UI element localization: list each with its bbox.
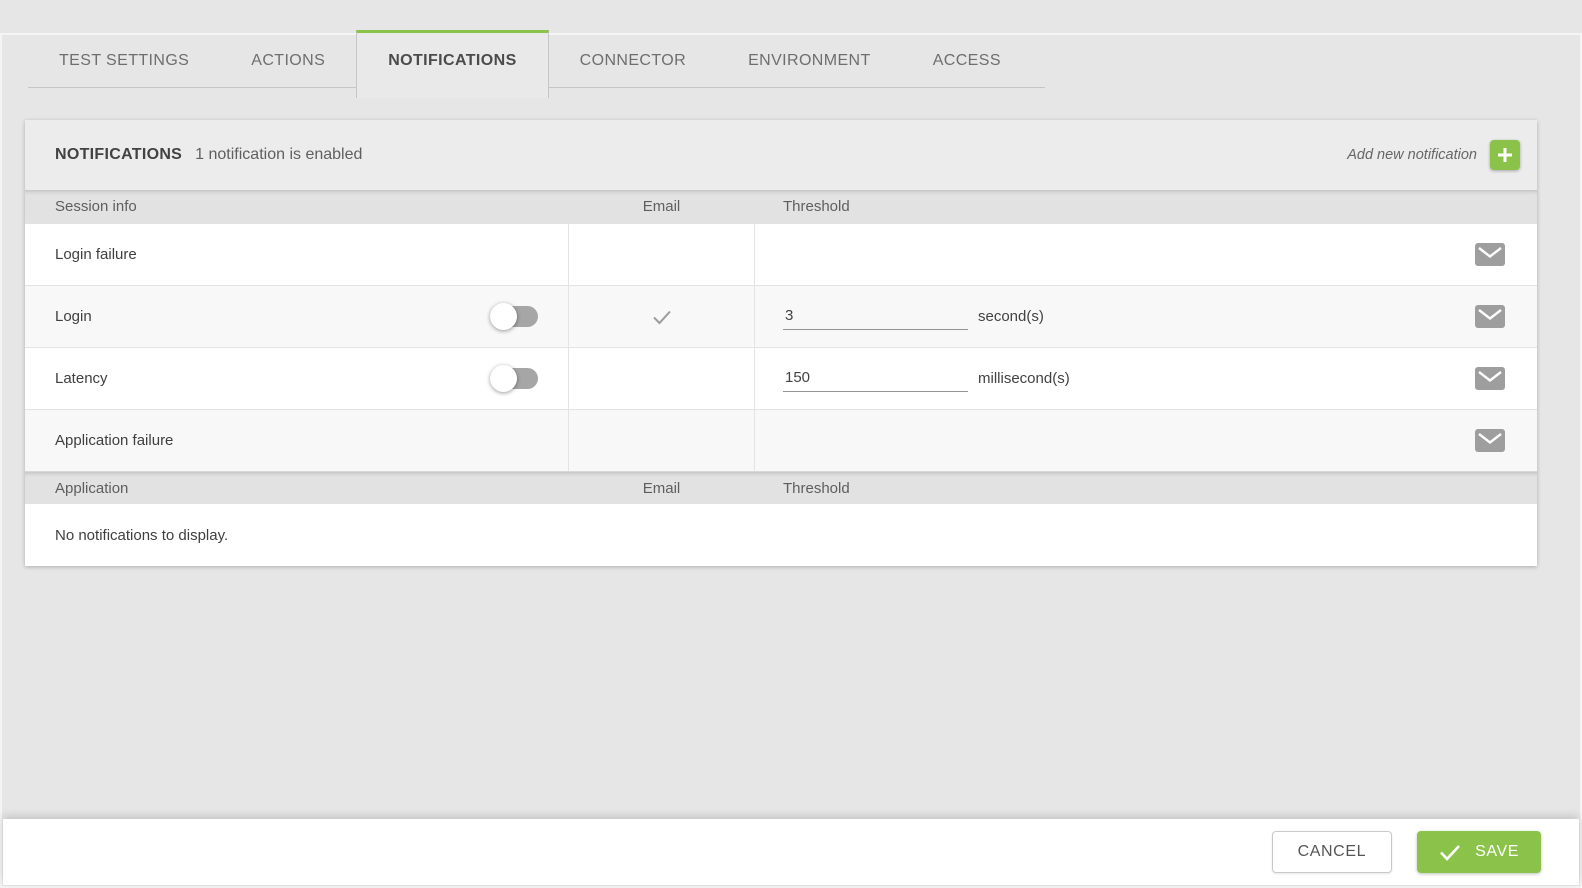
panel-header-actions: Add new notification <box>1347 140 1520 170</box>
table-row-latency: Latency millisecond(s) <box>25 347 1537 409</box>
email-cell <box>568 410 755 471</box>
email-settings-button[interactable] <box>1475 243 1505 266</box>
check-icon <box>1439 844 1461 861</box>
row-label: Login failure <box>25 224 568 285</box>
empty-state-message: No notifications to display. <box>25 504 1537 566</box>
tab-test-settings[interactable]: TEST SETTINGS <box>28 33 220 88</box>
settings-page: TEST SETTINGS ACTIONS NOTIFICATIONS CONN… <box>0 33 1582 888</box>
application-table-header: Application Email Threshold <box>25 471 1537 504</box>
row-label: Login <box>55 308 92 325</box>
mail-icon <box>1475 243 1505 266</box>
email-cell <box>568 224 755 285</box>
plus-icon <box>1496 146 1514 164</box>
toggle-thumb <box>490 303 517 330</box>
session-table-header: Session info Email Threshold <box>25 190 1537 223</box>
table-row-login-failure: Login failure <box>25 223 1537 285</box>
email-settings-button[interactable] <box>1475 429 1505 452</box>
threshold-unit-label: millisecond(s) <box>978 370 1070 387</box>
add-notification-button[interactable] <box>1490 140 1520 170</box>
email-enabled-check-icon <box>651 308 673 326</box>
add-new-notification-label: Add new notification <box>1347 147 1477 163</box>
cancel-button[interactable]: CANCEL <box>1272 831 1393 873</box>
save-button[interactable]: SAVE <box>1417 831 1541 873</box>
email-settings-button[interactable] <box>1475 367 1505 390</box>
mail-icon <box>1475 367 1505 390</box>
table-row-login: Login second(s) <box>25 285 1537 347</box>
panel-subtitle: 1 notification is enabled <box>195 146 362 164</box>
panel-header: NOTIFICATIONS 1 notification is enabled … <box>25 120 1537 190</box>
tab-access[interactable]: ACCESS <box>902 33 1032 88</box>
mail-icon <box>1475 305 1505 328</box>
latency-toggle[interactable] <box>490 365 538 392</box>
save-button-label: SAVE <box>1475 843 1519 861</box>
row-label: Latency <box>55 370 108 387</box>
threshold-cell: second(s) <box>755 286 1537 347</box>
mail-icon <box>1475 429 1505 452</box>
latency-threshold-input[interactable] <box>783 366 968 392</box>
column-header-email: Email <box>568 480 755 497</box>
threshold-unit-label: second(s) <box>978 308 1044 325</box>
email-cell <box>568 348 755 409</box>
column-header-threshold: Threshold <box>755 198 1537 215</box>
login-threshold-input[interactable] <box>783 304 968 330</box>
toggle-thumb <box>490 365 517 392</box>
action-bar: CANCEL SAVE <box>3 819 1579 885</box>
tab-notifications[interactable]: NOTIFICATIONS <box>356 30 548 98</box>
tab-connector[interactable]: CONNECTOR <box>549 33 717 88</box>
threshold-cell <box>755 410 1537 471</box>
column-header-email: Email <box>568 198 755 215</box>
email-settings-button[interactable] <box>1475 305 1505 328</box>
tab-environment[interactable]: ENVIRONMENT <box>717 33 902 88</box>
email-cell <box>568 286 755 347</box>
threshold-cell <box>755 224 1537 285</box>
tab-bar: TEST SETTINGS ACTIONS NOTIFICATIONS CONN… <box>28 33 1045 88</box>
column-header-threshold: Threshold <box>755 480 1537 497</box>
table-row-application-failure: Application failure <box>25 409 1537 471</box>
row-label: Application failure <box>25 410 568 471</box>
login-toggle[interactable] <box>490 303 538 330</box>
tab-actions[interactable]: ACTIONS <box>220 33 356 88</box>
threshold-cell: millisecond(s) <box>755 348 1537 409</box>
row-label-cell: Latency <box>25 348 568 409</box>
column-header-application: Application <box>25 480 568 497</box>
panel-title: NOTIFICATIONS <box>55 146 182 164</box>
notifications-panel: NOTIFICATIONS 1 notification is enabled … <box>25 120 1537 566</box>
row-label-cell: Login <box>25 286 568 347</box>
column-header-session-info: Session info <box>25 198 568 215</box>
